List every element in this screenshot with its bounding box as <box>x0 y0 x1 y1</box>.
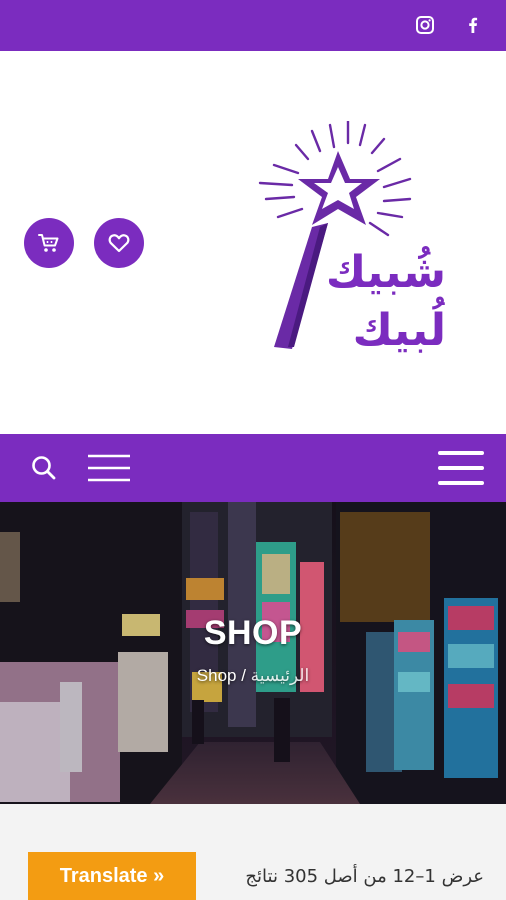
heart-icon <box>108 234 130 253</box>
cart-icon <box>38 234 59 252</box>
wishlist-button[interactable] <box>94 218 144 268</box>
logo-text-line2: لُبيك <box>352 305 446 356</box>
site-header: شُبيك لُبيك <box>0 51 506 434</box>
page-title: SHOP <box>203 614 303 652</box>
hero-background-image <box>0 502 506 804</box>
hero-banner: SHOP Shop / الرئيسية <box>0 502 506 804</box>
translate-button[interactable]: Translate » <box>28 852 196 900</box>
breadcrumb-home[interactable]: الرئيسية <box>251 666 310 685</box>
facebook-icon[interactable] <box>462 14 484 36</box>
cart-button[interactable] <box>24 218 74 268</box>
menu-icon[interactable] <box>86 452 132 484</box>
breadcrumb-current: Shop <box>196 666 237 685</box>
search-icon[interactable] <box>30 454 58 482</box>
hamburger-icon[interactable] <box>438 449 484 487</box>
breadcrumb-separator: / <box>236 666 251 685</box>
result-count: عرض 1–12 من أصل 305 نتائج <box>245 866 484 887</box>
nav-bar <box>0 434 506 502</box>
top-bar <box>0 0 506 51</box>
logo-text-line1: شُبيك <box>325 247 446 298</box>
instagram-icon[interactable] <box>414 14 436 36</box>
breadcrumb: Shop / الرئيسية <box>0 666 506 686</box>
